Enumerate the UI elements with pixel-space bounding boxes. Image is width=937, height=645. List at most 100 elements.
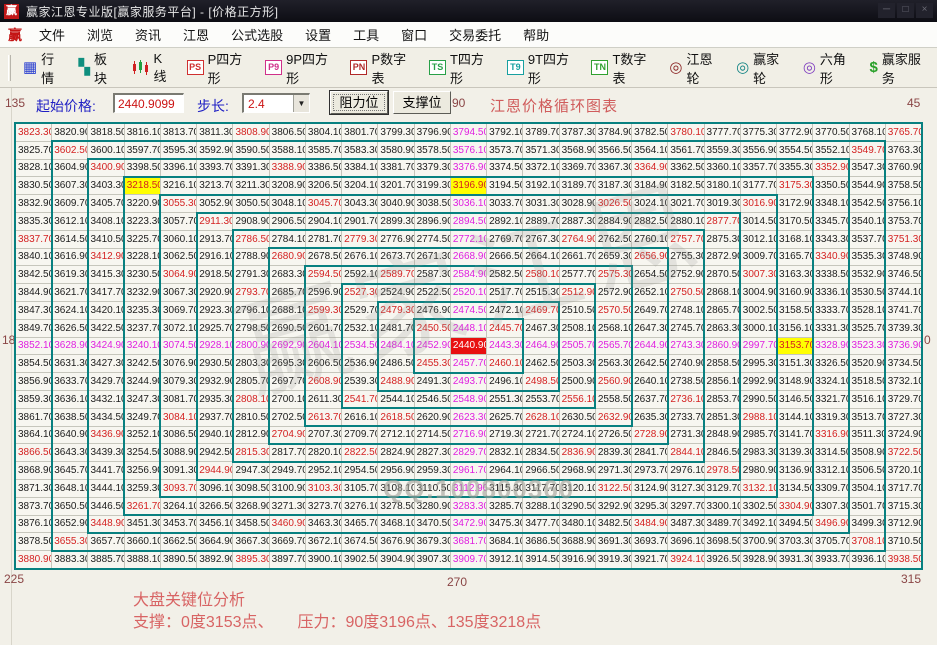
gann-cell: 2932.90: [197, 373, 232, 390]
gann-cell: 3187.30: [596, 177, 631, 194]
maximize-button[interactable]: □: [897, 3, 914, 18]
gann-cell: 3465.70: [342, 516, 377, 533]
menu-item-file[interactable]: 文件: [28, 25, 76, 44]
gann-cell: 2858.50: [705, 355, 740, 372]
gann-cell: 3004.90: [741, 284, 776, 301]
gann-cell: 3496.90: [813, 516, 848, 533]
toolbar-item-sectors[interactable]: ▚板块: [71, 49, 124, 87]
start-price-label: 起始价格:: [36, 96, 96, 116]
gann-cell: 2673.70: [378, 249, 413, 266]
gann-cell: 3914.50: [523, 551, 558, 568]
gann-cell: 3549.70: [850, 142, 885, 159]
gann-cell: 3360.10: [705, 160, 740, 177]
gann-cell: 3441.70: [88, 462, 123, 479]
degree-label-225: 225: [4, 572, 24, 586]
gann-cell: 3062.50: [161, 249, 196, 266]
gann-cell: 3828.10: [16, 160, 51, 177]
toolbar-item-9t-square[interactable]: T99T四方形: [500, 49, 585, 87]
gann-cell: 2532.10: [342, 320, 377, 337]
menu-item-browse[interactable]: 浏览: [76, 25, 124, 44]
gann-cell: 3379.30: [415, 160, 450, 177]
toolbar-item-t-square[interactable]: TST四方形: [422, 49, 500, 87]
gann-cell: 2800.90: [233, 338, 268, 355]
gann-cell: 3182.50: [668, 177, 703, 194]
gann-cell: 3223.30: [125, 213, 160, 230]
gann-cell: 3180.10: [705, 177, 740, 194]
menu-item-news[interactable]: 资讯: [124, 25, 172, 44]
gann-cell: 3091.30: [161, 462, 196, 479]
chevron-down-icon[interactable]: ▼: [293, 95, 309, 112]
gann-cell: 2913.70: [197, 231, 232, 248]
gann-cell: 2642.50: [632, 355, 667, 372]
gann-cell: 3420.10: [88, 302, 123, 319]
gann-cell: 3691.30: [596, 533, 631, 550]
gann-cell: 3494.50: [777, 516, 812, 533]
gann-cell: 3818.50: [88, 124, 123, 141]
gann-cell: 2472.10: [487, 302, 522, 319]
menu-item-trade-entrust[interactable]: 交易委托: [438, 25, 512, 44]
toolbar-item-gann-wheel[interactable]: ◎江恩轮: [662, 49, 729, 87]
gann-cell: 2743.30: [668, 338, 703, 355]
gann-cell: 3448.90: [88, 516, 123, 533]
gann-cell: 2918.50: [197, 266, 232, 283]
gann-cell: 2512.90: [560, 284, 595, 301]
gann-cell: 3674.50: [342, 533, 377, 550]
toolbar-item-t-table[interactable]: TNT数字表: [584, 49, 662, 87]
gann-cell: 3213.70: [197, 177, 232, 194]
gann-cell: 3775.30: [741, 124, 776, 141]
gann-cell: 3069.70: [161, 302, 196, 319]
step-combobox[interactable]: 2.4 ▼: [242, 93, 310, 113]
gann-cell: 3336.10: [813, 284, 848, 301]
gann-cell: 3808.90: [233, 124, 268, 141]
toolbar-item-winner-wheel[interactable]: ◎赢家轮: [729, 49, 796, 87]
gann-cell: 3124.90: [632, 480, 667, 497]
gann-cell: 3367.30: [596, 160, 631, 177]
gann-cell: 2462.50: [523, 355, 558, 372]
gann-cell: 2553.70: [523, 391, 558, 408]
toolbar-item-quotes[interactable]: ▦行情: [16, 49, 72, 87]
menu-item-tools[interactable]: 工具: [342, 25, 390, 44]
support-button[interactable]: 支撑位: [393, 91, 451, 114]
close-button[interactable]: ×: [916, 3, 933, 18]
toolbar-item-p-square[interactable]: PSP四方形: [180, 49, 259, 87]
window-title: 赢家江恩专业版[赢家服务平台] - [价格正方形]: [26, 3, 279, 20]
gann-cell: 2798.50: [233, 320, 268, 337]
gann-cell: 3048.10: [270, 195, 305, 212]
gann-cell: 2812.90: [233, 427, 268, 444]
gann-cell: 3175.30: [777, 177, 812, 194]
gann-cell: 2587.30: [415, 266, 450, 283]
gann-cell: 2630.50: [560, 409, 595, 426]
menu-item-window[interactable]: 窗口: [390, 25, 438, 44]
start-price-input[interactable]: [113, 93, 184, 113]
toolbar-item-p-table[interactable]: PNP数字表: [343, 49, 422, 87]
gann-cell: 3201.70: [378, 177, 413, 194]
gann-cell: 3492.10: [741, 516, 776, 533]
toolbar-item-winner-service[interactable]: $赢家服务: [863, 49, 937, 87]
gann-cell: 2928.10: [197, 338, 232, 355]
menu-item-settings[interactable]: 设置: [294, 25, 342, 44]
gann-cell: 2692.90: [270, 338, 305, 355]
gann-cell: 3640.90: [52, 427, 87, 444]
toolbar-item-kline[interactable]: K线: [125, 51, 180, 85]
gann-cell: 2560.90: [596, 373, 631, 390]
resistance-button[interactable]: 阻力位: [330, 91, 388, 114]
step-value: 2.4: [244, 95, 293, 112]
toolbar-item-hexagon[interactable]: ◎六角形: [796, 49, 863, 87]
gann-cell: 2796.10: [233, 302, 268, 319]
gann-cell: 2594.50: [306, 266, 341, 283]
gann-cell: 3696.10: [668, 533, 703, 550]
gann-cell: 3381.70: [378, 160, 413, 177]
gann-cell: 3444.10: [88, 480, 123, 497]
gann-cell: 3098.50: [233, 480, 268, 497]
menu-item-gann[interactable]: 江恩: [172, 25, 220, 44]
menu-item-formula-stock-pick[interactable]: 公式选股: [220, 25, 294, 44]
gann-cell: 3288.10: [523, 498, 558, 515]
minimize-button[interactable]: ─: [878, 3, 895, 18]
menu-item-help[interactable]: 帮助: [512, 25, 560, 44]
toolbar-item-9p-square[interactable]: P99P四方形: [258, 49, 343, 87]
gann-cell: 3624.10: [52, 302, 87, 319]
gann-cell: 3285.70: [487, 498, 522, 515]
gann-cell: 3153.70: [777, 338, 812, 355]
gann-cell: 3321.70: [813, 391, 848, 408]
gann-cell: 2997.70: [741, 338, 776, 355]
